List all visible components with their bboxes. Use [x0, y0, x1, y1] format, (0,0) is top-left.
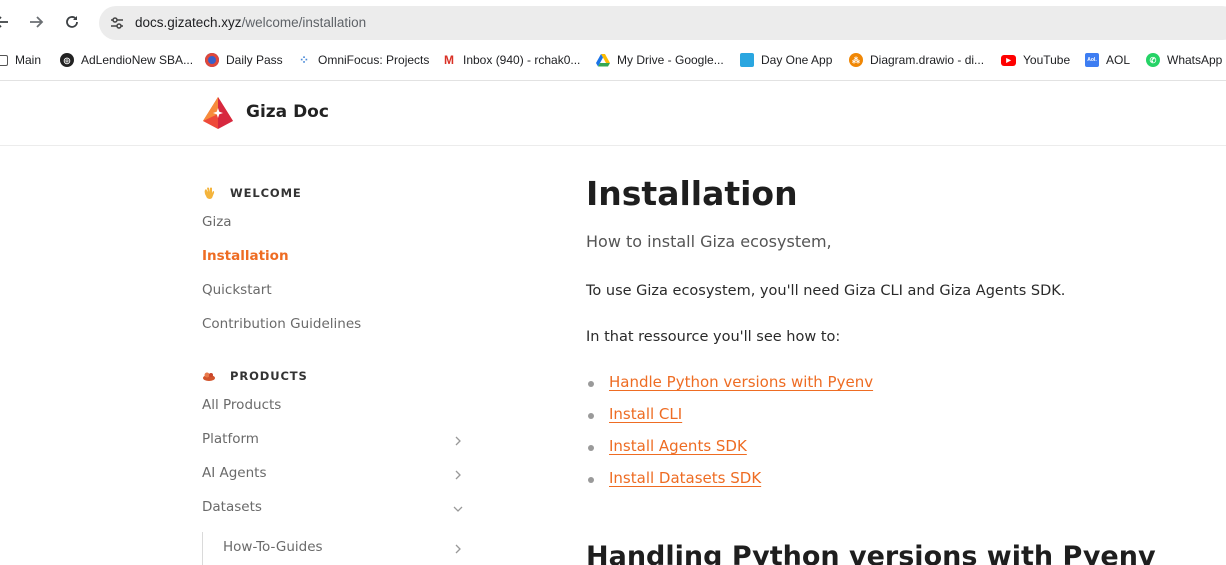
sidebar-item-datasets[interactable]: Datasets [202, 499, 262, 515]
forward-arrow-icon[interactable] [24, 10, 48, 34]
intro-paragraph-2: In that ressource you'll see how to: [586, 329, 841, 345]
address-bar[interactable]: docs.gizatech.xyz/welcome/installation [99, 6, 1226, 40]
nested-nav-rule [202, 532, 203, 565]
url-path: /welcome/installation [241, 15, 367, 30]
link-install-cli[interactable]: Install CLI [609, 405, 682, 423]
url-text: docs.gizatech.xyz/welcome/installation [135, 15, 366, 30]
chevron-right-icon[interactable] [452, 435, 464, 447]
section-heading: Handling Python versions with Pyenv [586, 541, 1156, 565]
section-title-text: WELCOME [230, 186, 302, 200]
bookmark-label: Daily Pass [226, 53, 283, 67]
bookmark-omnifocus[interactable]: ⁘ OmniFocus: Projects [297, 50, 429, 70]
link-install-agents-sdk[interactable]: Install Agents SDK [609, 437, 747, 455]
bookmark-aol[interactable]: Aol. AOL [1085, 50, 1130, 70]
sidebar-item-platform[interactable]: Platform [202, 431, 259, 447]
bookmark-inbox[interactable]: M Inbox (940) - rchak0... [442, 50, 580, 70]
brand-name[interactable]: Giza Doc [246, 102, 329, 122]
waving-hand-icon [204, 187, 215, 199]
section-title-text: PRODUCTS [230, 369, 308, 383]
url-host: docs.gizatech.xyz [135, 15, 242, 30]
aol-icon: Aol. [1085, 53, 1099, 67]
bookmark-label: My Drive - Google... [617, 53, 724, 67]
day-one-icon [740, 53, 754, 67]
bookmark-youtube[interactable]: ▶ YouTube [1001, 50, 1070, 70]
list-bullet [588, 413, 594, 419]
daily-pass-icon [205, 53, 219, 67]
intro-paragraph: To use Giza ecosystem, you'll need Giza … [586, 283, 1066, 299]
reload-icon[interactable] [60, 10, 84, 34]
sidebar-item-quickstart[interactable]: Quickstart [202, 282, 272, 298]
bookmark-daily-pass[interactable]: Daily Pass [205, 50, 283, 70]
link-install-datasets-sdk[interactable]: Install Datasets SDK [609, 469, 761, 487]
chevron-right-icon[interactable] [452, 543, 464, 555]
chevron-right-icon[interactable] [452, 469, 464, 481]
list-bullet [588, 381, 594, 387]
page-title: Installation [586, 174, 798, 213]
globe-icon: ◎ [60, 53, 74, 67]
omnifocus-icon: ⁘ [297, 53, 311, 67]
bookmark-my-drive[interactable]: My Drive - Google... [596, 50, 724, 70]
gmail-icon: M [442, 53, 456, 67]
sidebar-item-contribution-guidelines[interactable]: Contribution Guidelines [202, 316, 361, 332]
sidebar-item-ai-agents[interactable]: AI Agents [202, 465, 267, 481]
drawio-icon: ⁂ [849, 53, 863, 67]
youtube-icon: ▶ [1001, 54, 1016, 66]
sidebar-item-how-to-guides[interactable]: How-To-Guides [223, 539, 323, 555]
bookmark-main[interactable]: Main [0, 50, 41, 70]
products-icon [203, 372, 215, 381]
bookmark-label: Inbox (940) - rchak0... [463, 53, 581, 67]
browser-chrome: docs.gizatech.xyz/welcome/installation M… [0, 0, 1226, 81]
bookmark-label: OmniFocus: Projects [318, 53, 430, 67]
bookmark-whatsapp[interactable]: ✆ WhatsApp [1146, 50, 1222, 70]
list-bullet [588, 445, 594, 451]
folder-icon [0, 54, 8, 66]
chevron-down-icon[interactable] [452, 503, 464, 515]
bookmark-drawio[interactable]: ⁂ Diagram.drawio - di... [849, 50, 984, 70]
link-handle-python-versions[interactable]: Handle Python versions with Pyenv [609, 373, 873, 391]
back-arrow-icon[interactable] [0, 10, 14, 34]
bookmark-label: Day One App [761, 53, 833, 67]
bookmark-label: AOL [1106, 53, 1131, 67]
sidebar-item-installation[interactable]: Installation [202, 248, 289, 264]
section-title-products: PRODUCTS [202, 369, 308, 383]
giza-logo-icon[interactable] [202, 96, 234, 130]
sidebar: WELCOME Giza Installation Quickstart Con… [0, 146, 560, 565]
list-bullet [588, 477, 594, 483]
google-drive-icon [596, 53, 610, 67]
bookmark-label: WhatsApp [1167, 53, 1223, 67]
bookmark-label: Diagram.drawio - di... [870, 53, 985, 67]
page-subtitle: How to install Giza ecosystem, [586, 232, 832, 251]
site-settings-icon[interactable] [109, 15, 125, 31]
whatsapp-icon: ✆ [1146, 53, 1160, 67]
bookmark-label: AdLendioNew SBA... [81, 53, 194, 67]
bookmark-label: Main [15, 53, 42, 67]
bookmark-adlendio[interactable]: ◎ AdLendioNew SBA... [60, 50, 193, 70]
main-content: Installation How to install Giza ecosyst… [586, 146, 1226, 565]
bookmark-day-one[interactable]: Day One App [740, 50, 832, 70]
sidebar-item-all-products[interactable]: All Products [202, 397, 281, 413]
site-header: Giza Doc [0, 81, 1226, 146]
sidebar-item-giza[interactable]: Giza [202, 214, 232, 230]
bookmarks-bar: Main ◎ AdLendioNew SBA... Daily Pass ⁘ O… [0, 48, 1226, 72]
bookmark-label: YouTube [1023, 53, 1071, 67]
section-title-welcome: WELCOME [202, 186, 302, 200]
